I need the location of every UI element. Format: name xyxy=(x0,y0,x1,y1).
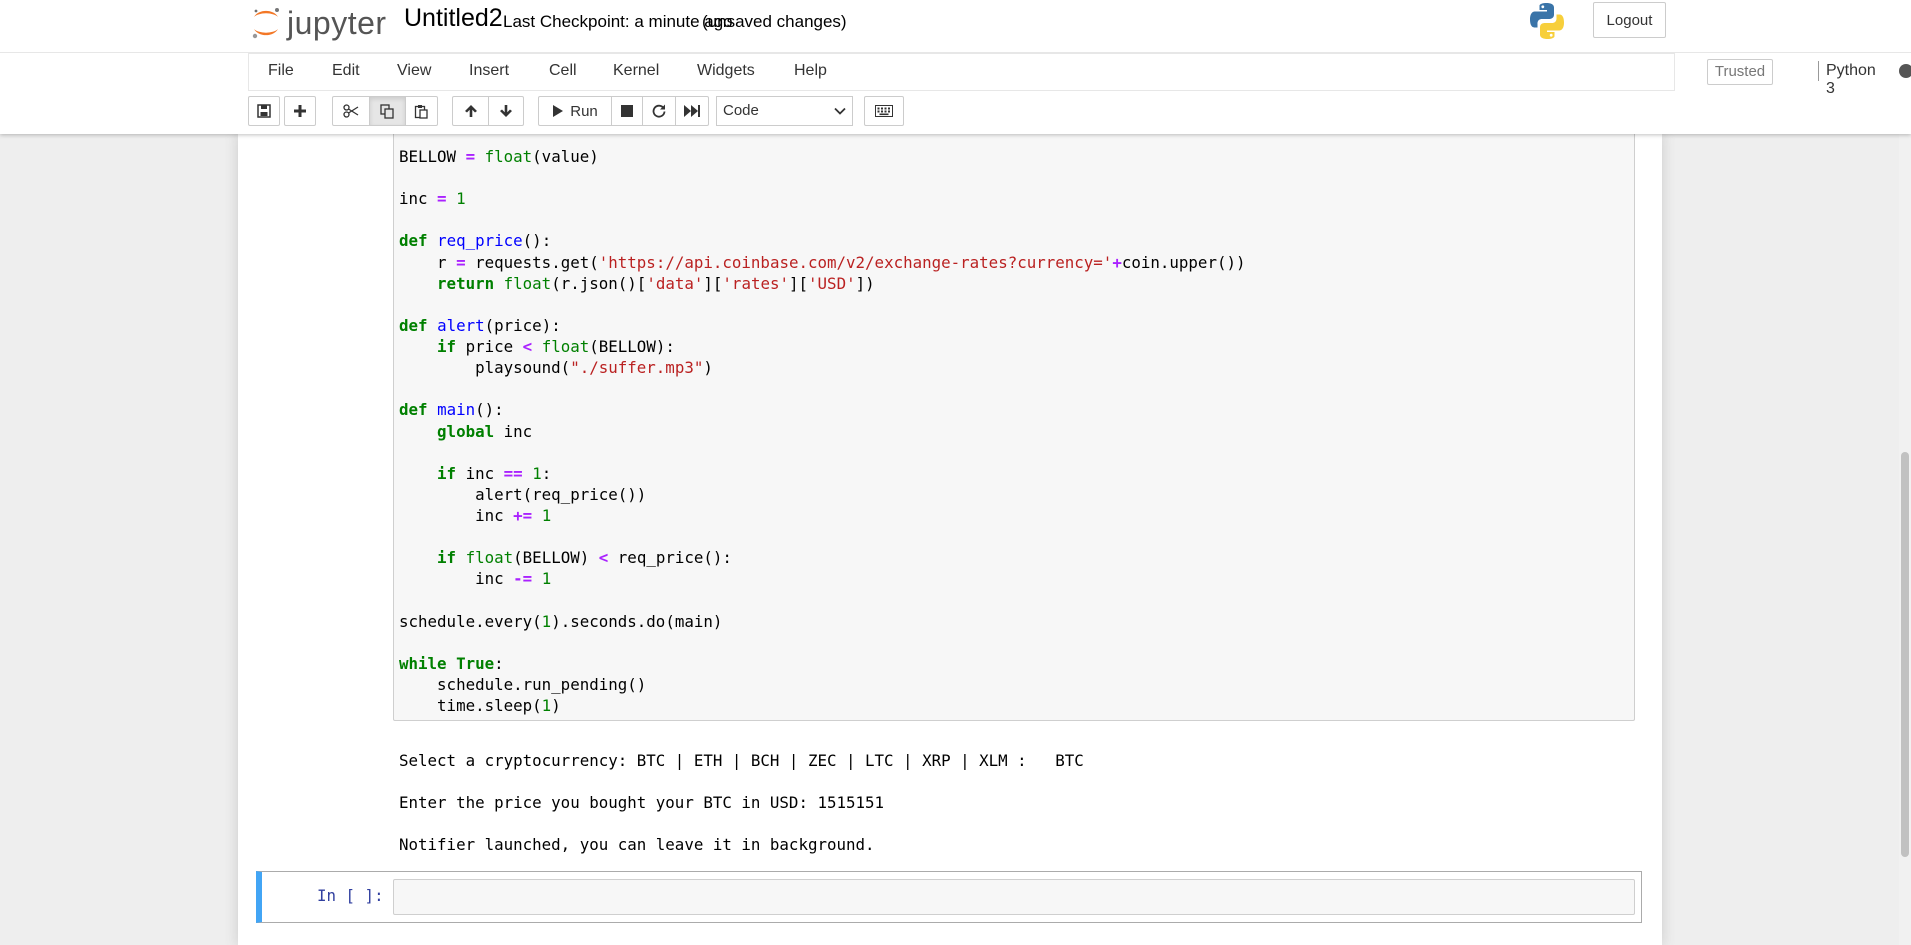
scrollbar-thumb[interactable] xyxy=(1901,452,1909,857)
restart-kernel-button[interactable] xyxy=(642,96,676,126)
code-line: if float(BELLOW) < req_price(): xyxy=(437,548,732,568)
cell-type-value: Code xyxy=(723,102,759,119)
arrow-down-icon xyxy=(500,105,512,117)
paste-cells-button[interactable] xyxy=(405,96,438,126)
autosave-status: (unsaved changes) xyxy=(702,12,847,31)
code-line: return float(r.json()['data']['rates']['… xyxy=(437,273,875,293)
menubar: File Edit View Insert Cell Kernel Widget… xyxy=(248,53,1911,97)
output-line: Notifier launched, you can leave it in b… xyxy=(399,835,875,854)
cut-cells-button[interactable] xyxy=(332,96,370,126)
code-line: def req_price(): xyxy=(399,231,552,251)
checkpoint-status: Last Checkpoint: a minute ago xyxy=(503,12,733,31)
logout-button[interactable]: Logout xyxy=(1593,2,1666,38)
menu-file[interactable]: File xyxy=(268,62,294,80)
empty-cell-input[interactable] xyxy=(393,879,1635,915)
stop-icon xyxy=(621,105,633,117)
menu-kernel[interactable]: Kernel xyxy=(613,62,659,80)
move-cell-down-button[interactable] xyxy=(488,96,524,126)
code-line: if price < float(BELLOW): xyxy=(437,337,675,357)
menu-help[interactable]: Help xyxy=(794,62,827,80)
scissors-icon xyxy=(343,104,359,118)
menu-insert[interactable]: Insert xyxy=(469,62,509,80)
menu-widgets[interactable]: Widgets xyxy=(697,62,755,80)
input-prompt: In [ ]: xyxy=(317,886,384,905)
notebook-header: jupyter Untitled2 Last Checkpoint: a min… xyxy=(0,0,1911,134)
kernel-idle-indicator xyxy=(1899,64,1911,78)
code-cell-input[interactable] xyxy=(393,134,1635,721)
code-line: r = requests.get('https://api.coinbase.c… xyxy=(399,252,1246,272)
code-line: time.sleep(1) xyxy=(399,696,561,716)
command-palette-button[interactable] xyxy=(864,96,904,126)
keyboard-icon xyxy=(875,105,893,117)
kernel-separator xyxy=(1818,61,1819,81)
insert-cell-below-button[interactable] xyxy=(284,96,316,126)
copy-icon xyxy=(380,103,394,119)
paste-icon xyxy=(414,104,428,119)
save-button[interactable] xyxy=(248,96,280,126)
jupyter-logo-text: jupyter xyxy=(287,4,387,41)
code-line: inc -= 1 xyxy=(399,569,552,589)
code-line: global inc xyxy=(437,421,533,441)
code-line: alert(req_price()) xyxy=(399,484,647,504)
python-logo-icon xyxy=(1530,3,1564,39)
fast-forward-icon xyxy=(684,105,700,117)
code-line: if inc == 1: xyxy=(437,463,552,483)
menu-edit[interactable]: Edit xyxy=(332,62,360,80)
code-line: while True: xyxy=(399,653,504,673)
code-line: def alert(price): xyxy=(399,315,561,335)
play-icon xyxy=(553,105,564,117)
code-line: schedule.every(1).seconds.do(main) xyxy=(399,611,723,631)
arrow-up-icon xyxy=(464,105,477,117)
output-line: Enter the price you bought your BTC in U… xyxy=(399,793,885,812)
code-line: inc += 1 xyxy=(399,506,552,526)
cell-type-select[interactable]: Code xyxy=(716,96,853,126)
restart-icon xyxy=(652,104,666,118)
plus-icon xyxy=(294,105,306,117)
output-line: Select a cryptocurrency: BTC | ETH | BCH… xyxy=(399,751,1084,770)
trusted-indicator[interactable]: Trusted xyxy=(1707,59,1773,85)
code-line: def main(): xyxy=(399,400,504,420)
menu-view[interactable]: View xyxy=(397,62,431,80)
run-cell-button[interactable]: Run xyxy=(538,96,612,126)
notebook-name[interactable]: Untitled2 xyxy=(404,4,503,33)
code-line: inc = 1 xyxy=(399,189,466,209)
code-line: schedule.run_pending() xyxy=(399,675,647,694)
save-icon xyxy=(257,104,271,118)
jupyter-logo[interactable]: jupyter xyxy=(251,4,387,42)
code-line: playsound("./suffer.mp3") xyxy=(399,358,713,378)
chevron-down-icon xyxy=(834,107,846,115)
interrupt-kernel-button[interactable] xyxy=(611,96,643,126)
menu-cell[interactable]: Cell xyxy=(549,62,577,80)
copy-cells-button[interactable] xyxy=(369,96,406,126)
restart-run-all-button[interactable] xyxy=(675,96,709,126)
jupyter-logo-icon xyxy=(252,8,279,39)
kernel-name[interactable]: Python 3 xyxy=(1826,62,1876,98)
move-cell-up-button[interactable] xyxy=(452,96,489,126)
top-bar: jupyter Untitled2 Last Checkpoint: a min… xyxy=(0,0,1911,53)
run-button-label: Run xyxy=(570,102,598,120)
code-line: BELLOW = float(value) xyxy=(399,147,599,166)
